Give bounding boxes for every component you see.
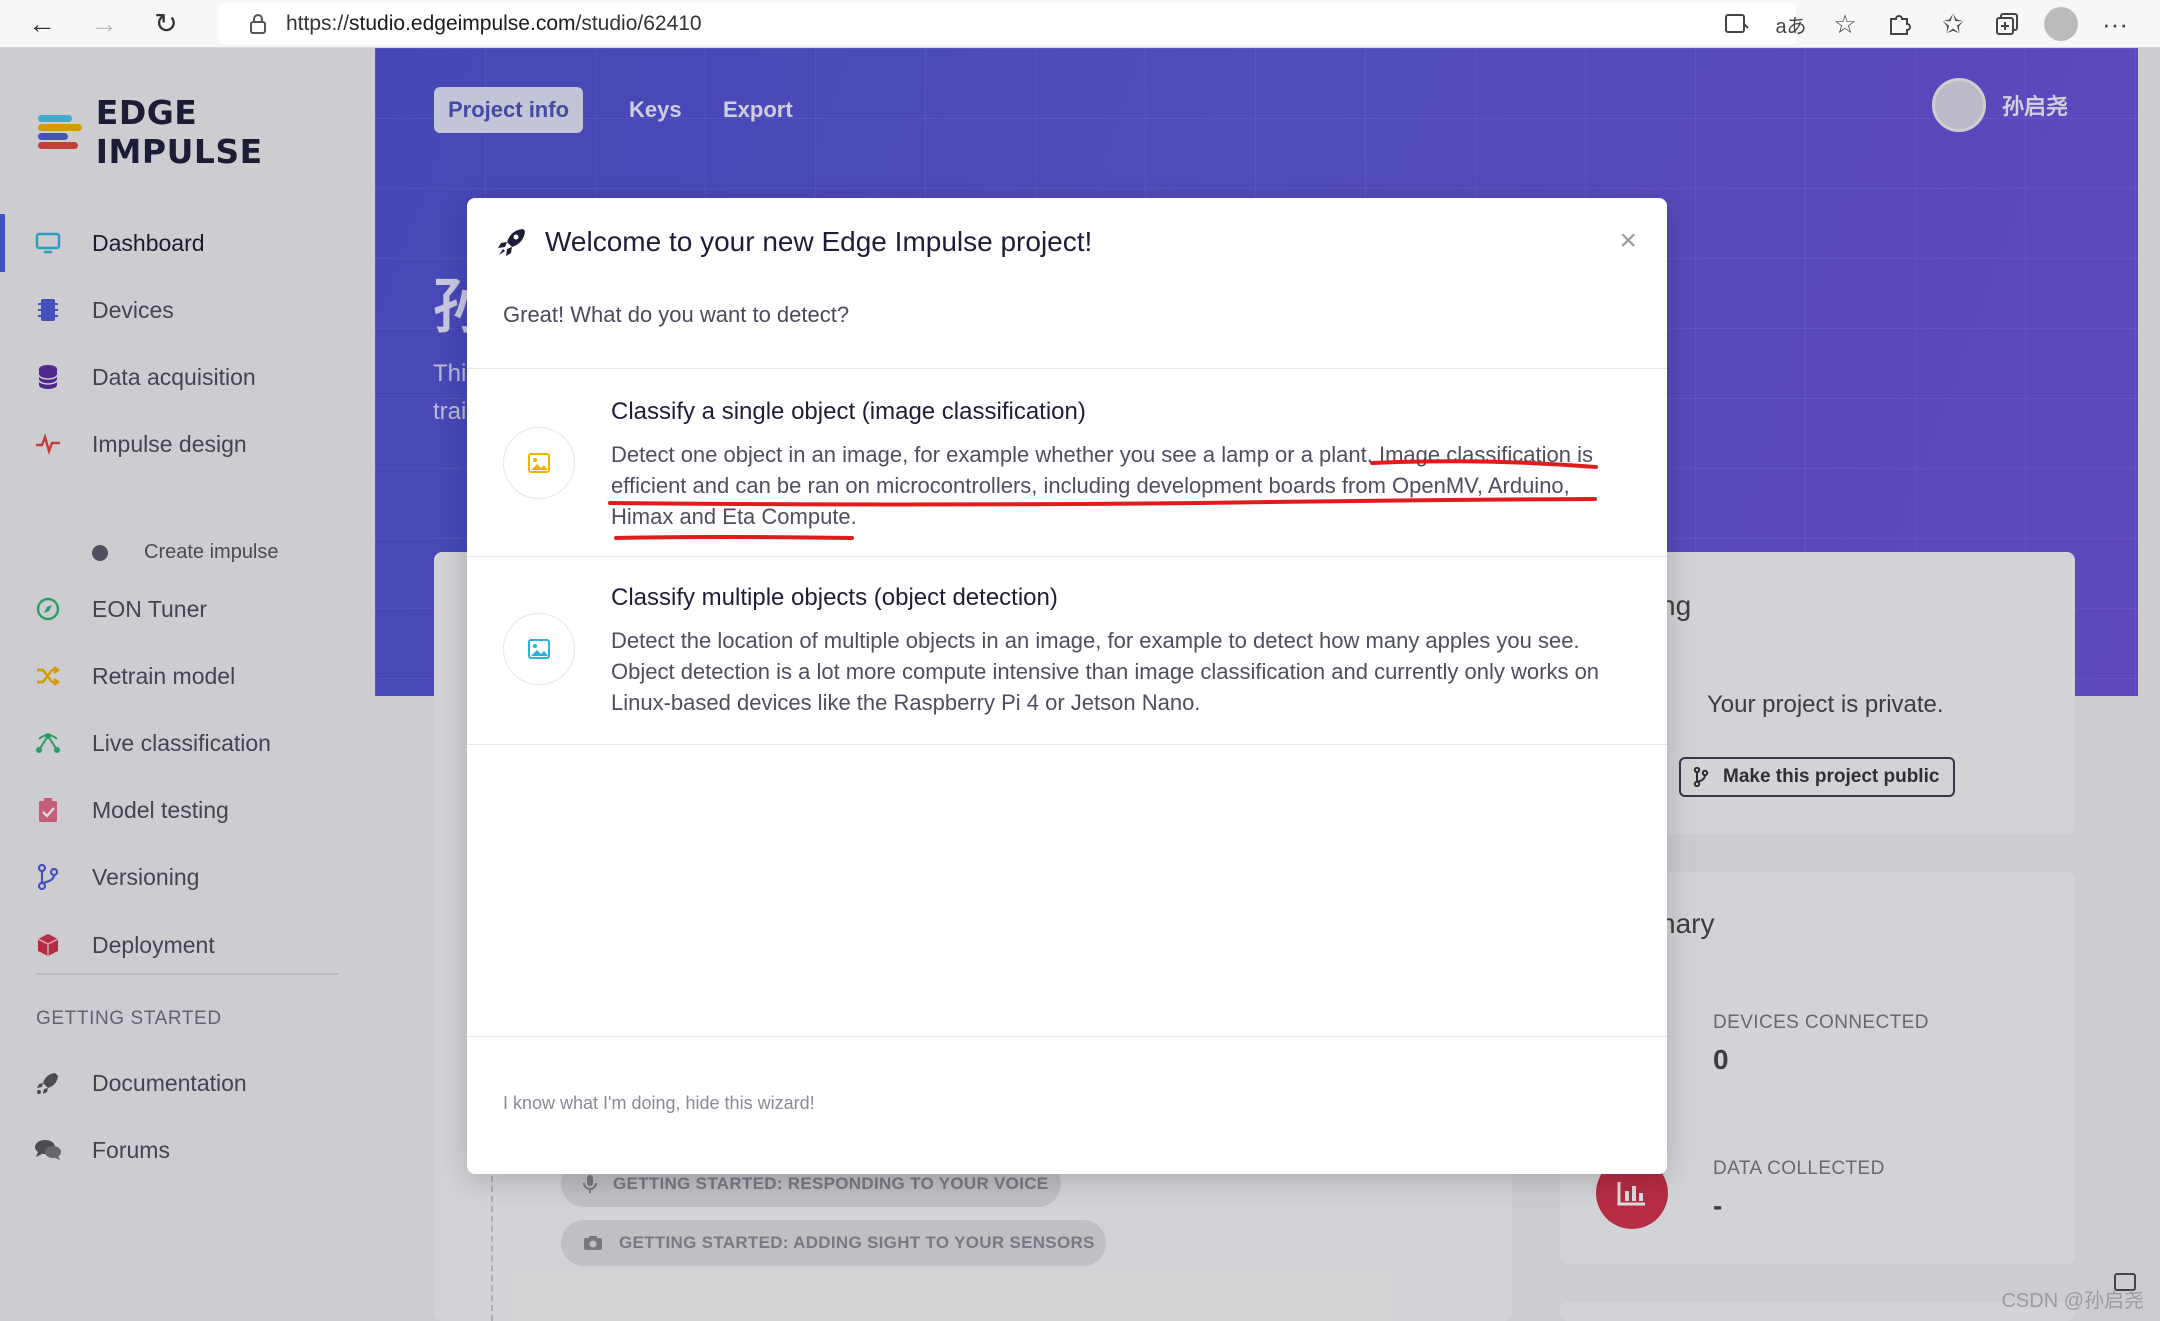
option-title: Classify a single object (image classifi… [611, 398, 1086, 425]
option-description-line: Linux-based devices like the Raspberry P… [611, 690, 1201, 715]
option-description: Detect the location of multiple objects … [611, 625, 1611, 718]
browser-toolbar: ← → ↻ https://studio.edgeimpulse.com/stu… [0, 0, 2160, 48]
options-divider [467, 744, 1667, 745]
favorites-icon[interactable]: ✩ [1926, 0, 1980, 48]
extensions-icon[interactable] [1872, 0, 1926, 48]
option-title: Classify multiple objects (object detect… [611, 584, 1058, 611]
watermark: CSDN @孙启尧 [2001, 1290, 2144, 1312]
modal-subtitle: Great! What do you want to detect? [503, 302, 850, 327]
modal-footer: I know what I'm doing, hide this wizard! [467, 1036, 1667, 1174]
url-host: studio.edgeimpulse.com [349, 12, 576, 35]
url-prefix: https:// [286, 12, 350, 35]
option-description-line: Detect the location of multiple objects … [611, 628, 1580, 653]
reader-view-icon[interactable] [1710, 0, 1764, 48]
image-icon [503, 427, 575, 499]
reload-icon[interactable]: ↻ [146, 4, 186, 44]
hide-wizard-link[interactable]: I know what I'm doing, hide this wizard! [503, 1093, 815, 1114]
url-text: https://studio.edgeimpulse.com/studio/62… [286, 12, 702, 36]
option-image-classification[interactable]: Classify a single object (image classifi… [467, 368, 1667, 556]
option-description: Detect one object in an image, for examp… [611, 439, 1611, 532]
address-bar[interactable]: https://studio.edgeimpulse.com/studio/62… [218, 3, 1796, 45]
profile-icon[interactable] [2034, 0, 2088, 48]
rocket-icon [497, 227, 527, 257]
option-description-line: Object detection is a lot more compute i… [611, 659, 1600, 684]
option-object-detection[interactable]: Classify multiple objects (object detect… [467, 556, 1667, 744]
collections-icon[interactable] [1980, 0, 2034, 48]
image-icon [503, 613, 575, 685]
modal-header: Welcome to your new Edge Impulse project… [467, 198, 1667, 286]
more-icon[interactable]: ··· [2088, 0, 2142, 48]
back-icon[interactable]: ← [22, 4, 62, 44]
option-description-line: efficient and can be ran on microcontrol… [611, 473, 1570, 498]
option-description-line: Detect one object in an image, for examp… [611, 442, 1593, 467]
forward-icon[interactable]: → [84, 4, 124, 44]
translate-icon[interactable]: aあ [1764, 0, 1818, 48]
option-description-line: Himax and Eta Compute. [611, 504, 857, 529]
lock-icon [238, 13, 278, 35]
modal-title: Welcome to your new Edge Impulse project… [545, 226, 1093, 257]
url-path: /studio/62410 [575, 12, 702, 35]
welcome-wizard-modal: Welcome to your new Edge Impulse project… [467, 198, 1667, 1174]
add-favorite-icon[interactable]: ☆ [1818, 0, 1872, 48]
close-button[interactable]: × [1619, 226, 1637, 256]
